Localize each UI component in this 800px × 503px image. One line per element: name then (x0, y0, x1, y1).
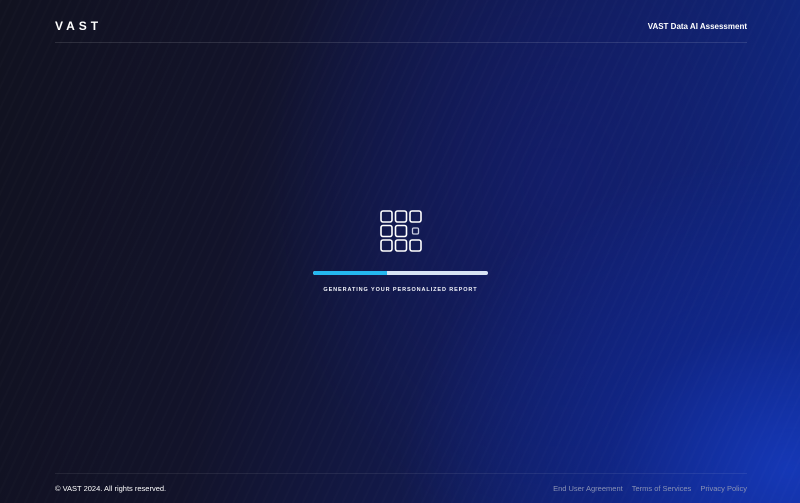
site-footer: © VAST 2024. All rights reserved. End Us… (55, 473, 747, 503)
grid-icon (379, 210, 422, 252)
grid-cell-small (411, 227, 419, 235)
terms-of-services-link[interactable]: Terms of Services (632, 484, 692, 494)
loading-panel: GENERATING YOUR PERSONALIZED REPORT (313, 210, 488, 293)
footer-links: End User Agreement Terms of Services Pri… (553, 484, 747, 494)
grid-cell (408, 210, 422, 223)
progress-bar (313, 271, 488, 275)
grid-cell (408, 239, 422, 252)
grid-cell (394, 210, 407, 223)
copyright-text: © VAST 2024. All rights reserved. (55, 484, 167, 493)
loading-message: GENERATING YOUR PERSONALIZED REPORT (323, 287, 478, 293)
grid-cell (394, 224, 407, 238)
progress-bar-fill (313, 271, 387, 275)
grid-cell (379, 239, 393, 252)
assessment-title: VAST Data AI Assessment (647, 22, 747, 31)
grid-cell (379, 224, 393, 238)
grid-cell (394, 239, 407, 252)
site-header: VAST VAST Data AI Assessment (55, 0, 747, 43)
grid-cell (379, 210, 393, 223)
privacy-policy-link[interactable]: Privacy Policy (700, 484, 747, 494)
vast-logo[interactable]: VAST (55, 19, 102, 33)
end-user-agreement-link[interactable]: End User Agreement (553, 484, 623, 494)
